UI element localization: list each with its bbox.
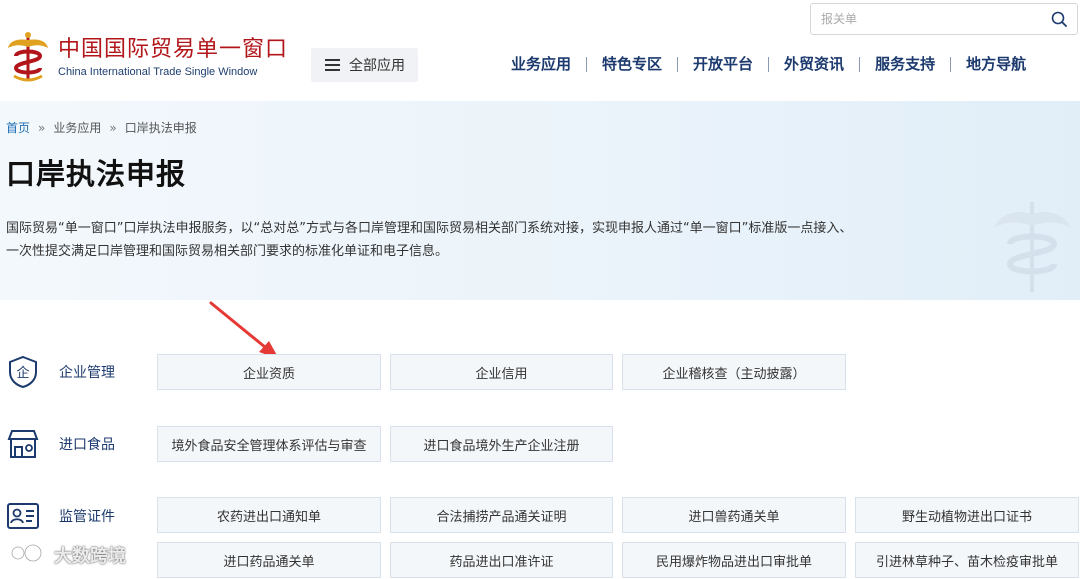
all-apps-button[interactable]: 全部应用 [311, 48, 418, 82]
nav-item-open-platform[interactable]: 开放平台 [678, 52, 768, 76]
category-label: 企业管理 [59, 365, 115, 381]
description-line: 一次性提交满足口岸管理和国际贸易相关部门要求的标准化单证和电子信息。 [6, 244, 449, 259]
category-imported-food: 进口食品 [6, 427, 115, 461]
svg-text:企: 企 [16, 365, 29, 381]
foreign-food-safety-assessment-button[interactable]: 境外食品安全管理体系评估与审查 [157, 426, 381, 462]
category-label: 监管证件 [59, 509, 115, 525]
enterprise-shield-icon: 企 [6, 355, 40, 389]
description-line: 国际贸易“单一窗口”口岸执法申报服务，以“总对总”方式与各口岸管理和国际贸易相关… [6, 221, 853, 236]
search-icon[interactable] [1051, 11, 1067, 27]
watermark-logo-icon [8, 540, 48, 570]
search-box [810, 3, 1078, 35]
page-description: 国际贸易“单一窗口”口岸执法申报服务，以“总对总”方式与各口岸管理和国际贸易相关… [6, 217, 966, 263]
enterprise-audit-button[interactable]: 企业稽核查（主动披露） [622, 354, 846, 390]
breadcrumb: 首页 » 业务应用 » 口岸执法申报 [6, 119, 197, 136]
category-enterprise-management: 企 企业管理 [6, 355, 115, 389]
veterinary-drug-clearance-button[interactable]: 进口兽药通关单 [622, 497, 846, 533]
page-title: 口岸执法申报 [6, 157, 187, 191]
watermark: 大数跨境 [8, 540, 126, 570]
foreign-producer-registration-button[interactable]: 进口食品境外生产企业注册 [390, 426, 613, 462]
enterprise-credit-button[interactable]: 企业信用 [390, 354, 613, 390]
nav-item-business-apps[interactable]: 业务应用 [496, 52, 586, 76]
customs-emblem-icon [6, 30, 50, 84]
logo-title-en: China International Trade Single Window [58, 65, 258, 78]
all-apps-label: 全部应用 [349, 58, 405, 74]
logo-title-cn: 中国国际贸易单一窗口 [58, 36, 289, 62]
main-nav: 业务应用 特色专区 开放平台 外贸资讯 服务支持 地方导航 [496, 52, 1041, 76]
search-input[interactable] [811, 4, 1031, 34]
drug-clearance-button[interactable]: 进口药品通关单 [157, 542, 381, 578]
red-arrow-annotation [209, 301, 279, 359]
site-logo[interactable]: 中国国际贸易单一窗口 China International Trade Sin… [6, 30, 288, 84]
breadcrumb-current: 口岸执法申报 [124, 121, 197, 135]
breadcrumb-home[interactable]: 首页 [6, 119, 30, 136]
breadcrumb-separator: » [109, 120, 117, 135]
category-regulatory-certificates: 监管证件 [6, 499, 115, 533]
page-banner: 首页 » 业务应用 » 口岸执法申报 口岸执法申报 国际贸易“单一窗口”口岸执法… [0, 101, 1080, 300]
breadcrumb-business-apps[interactable]: 业务应用 [53, 119, 101, 136]
drug-permit-button[interactable]: 药品进出口准许证 [390, 542, 613, 578]
enterprise-qualification-button[interactable]: 企业资质 [157, 354, 381, 390]
food-store-icon [6, 427, 40, 461]
nav-item-local-nav[interactable]: 地方导航 [951, 52, 1041, 76]
menu-icon [325, 59, 340, 71]
nav-item-trade-news[interactable]: 外贸资讯 [769, 52, 859, 76]
category-label: 进口食品 [59, 437, 115, 453]
watermark-text: 大数跨境 [54, 546, 126, 567]
wildlife-certificate-button[interactable]: 野生动植物进出口证书 [855, 497, 1079, 533]
nav-item-featured-zone[interactable]: 特色专区 [587, 52, 677, 76]
seed-quarantine-approval-button[interactable]: 引进林草种子、苗木检疫审批单 [855, 542, 1079, 578]
civil-explosives-approval-button[interactable]: 民用爆炸物品进出口审批单 [622, 542, 846, 578]
banner-emblem-icon [990, 196, 1075, 296]
breadcrumb-separator: » [38, 120, 46, 135]
legal-fishing-certificate-button[interactable]: 合法捕捞产品通关证明 [390, 497, 613, 533]
id-card-icon [6, 499, 40, 533]
pesticide-notice-button[interactable]: 农药进出口通知单 [157, 497, 381, 533]
nav-item-support[interactable]: 服务支持 [860, 52, 950, 76]
